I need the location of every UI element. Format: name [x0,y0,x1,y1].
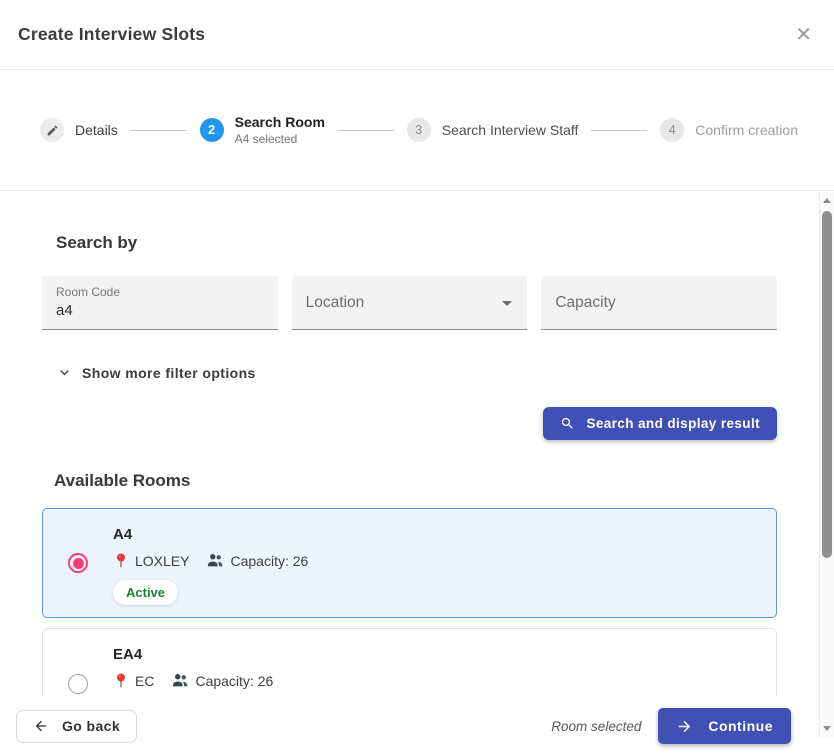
stepper-connector [591,130,647,131]
create-interview-slots-dialog: Create Interview Slots ✕ Details 2 Searc… [0,0,834,756]
room-code-label: Room Code [56,276,264,299]
room-capacity: Capacity: 26 [230,553,308,569]
step-2-badge: 2 [200,118,224,142]
available-rooms-heading: Available Rooms [54,471,777,491]
continue-button[interactable]: Continue [658,708,791,744]
dialog-footer: Go back Room selected Continue [0,696,834,756]
room-code-field[interactable]: Room Code a4 [42,276,278,330]
search-by-heading: Search by [56,233,777,253]
step-details[interactable]: Details [40,118,118,142]
dialog-header: Create Interview Slots ✕ [0,0,834,70]
room-selected-status: Room selected [551,719,641,734]
room-code-value: a4 [56,302,264,319]
stepper-connector [131,130,187,131]
stepper-connector [338,130,394,131]
close-icon[interactable]: ✕ [795,25,812,45]
scrollbar-thumb[interactable] [822,211,832,558]
step-search-room[interactable]: 2 Search Room A4 selected [200,114,325,146]
dropdown-arrow-icon [502,301,512,306]
step-confirm[interactable]: 4 Confirm creation [660,118,798,142]
room-name: EA4 [113,646,273,663]
search-button-label: Search and display result [586,416,760,431]
show-more-filters-toggle[interactable]: Show more filter options [56,364,256,381]
location-pin-icon [113,552,129,569]
location-placeholder: Location [306,276,514,330]
arrow-right-icon [676,718,693,735]
dialog-title: Create Interview Slots [18,24,205,45]
step-search-room-label: Search Room [235,114,325,130]
room-card-ea4[interactable]: EA4 EC Capacity: 26 [42,628,777,696]
capacity-field[interactable]: Capacity [541,276,777,330]
room-card-a4[interactable]: A4 LOXLEY Capacity: 26 Active [42,508,777,618]
room-radio-selected[interactable] [68,553,88,573]
location-pin-icon [113,672,129,689]
stepper: Details 2 Search Room A4 selected 3 Sear… [0,70,834,191]
chevron-down-icon [56,364,73,381]
dialog-body: Search by Room Code a4 Location Capacity… [0,191,834,696]
search-button[interactable]: Search and display result [543,407,777,440]
room-capacity: Capacity: 26 [195,673,273,689]
room-radio-unselected[interactable] [68,674,88,694]
step-4-badge: 4 [660,118,684,142]
scroll-down-arrow-icon[interactable] [823,726,831,731]
capacity-placeholder: Capacity [555,276,763,330]
step-details-label: Details [75,122,118,138]
go-back-label: Go back [62,718,120,734]
scroll-up-arrow-icon[interactable] [823,198,831,203]
filter-fields: Room Code a4 Location Capacity [42,276,777,330]
pencil-icon [40,118,64,142]
step-search-room-sublabel: A4 selected [235,132,325,146]
arrow-left-icon [33,718,49,734]
room-name: A4 [113,526,308,543]
step-confirm-label: Confirm creation [695,122,798,138]
location-select[interactable]: Location [292,276,528,330]
room-location: LOXLEY [135,553,189,569]
step-search-staff[interactable]: 3 Search Interview Staff [407,118,579,142]
room-location: EC [135,673,154,689]
search-icon [560,416,575,431]
show-more-filters-label: Show more filter options [82,365,256,381]
people-icon [206,553,224,568]
continue-label: Continue [708,718,773,734]
go-back-button[interactable]: Go back [16,710,137,743]
step-3-badge: 3 [407,118,431,142]
people-icon [171,673,189,688]
scrollbar[interactable] [819,192,834,737]
room-status-badge: Active [113,580,178,605]
step-search-staff-label: Search Interview Staff [442,122,579,138]
